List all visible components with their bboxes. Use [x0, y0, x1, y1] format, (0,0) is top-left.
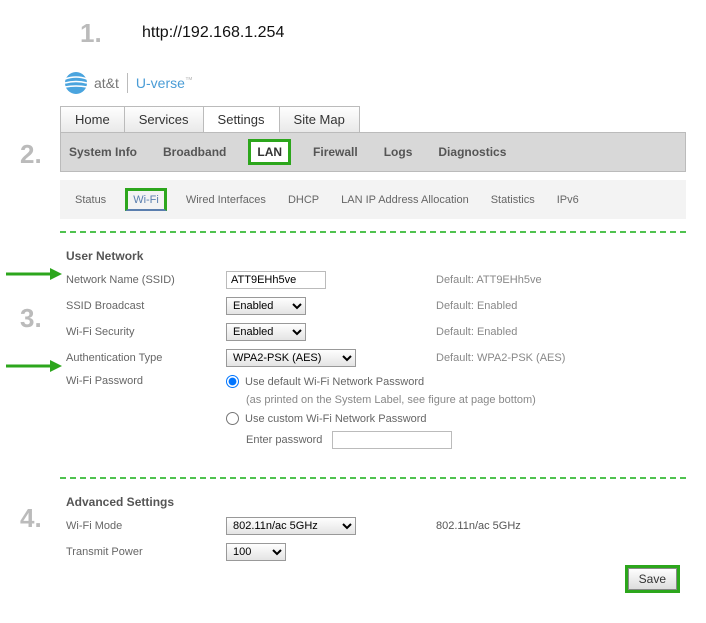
divider-2: [60, 477, 686, 479]
logo-divider: [127, 73, 128, 93]
security-label: Wi-Fi Security: [66, 326, 226, 338]
user-network-section: 3. User Network Network Name (SSID) Defa…: [60, 243, 686, 467]
tx-power-select[interactable]: 100: [226, 543, 286, 561]
arrow-ssid-icon: [6, 267, 62, 281]
subnav2-status[interactable]: Status: [72, 192, 109, 208]
divider-1: [60, 231, 686, 233]
auth-select[interactable]: WPA2-PSK (AES): [226, 349, 356, 367]
save-highlight: Save: [625, 565, 680, 593]
tab-home[interactable]: Home: [60, 106, 125, 132]
ssid-input[interactable]: [226, 271, 326, 289]
wifi-mode-select[interactable]: 802.11n/ac 5GHz: [226, 517, 356, 535]
subnav2-dhcp[interactable]: DHCP: [285, 192, 322, 208]
ssid-default: Default: ATT9EHh5ve: [436, 274, 680, 286]
uverse-text: U-verse™: [136, 75, 193, 91]
subnav2-wifi[interactable]: Wi-Fi: [125, 188, 167, 211]
main-tabs: Home Services Settings Site Map: [60, 106, 686, 133]
pw-enter-label: Enter password: [246, 434, 322, 446]
broadcast-select[interactable]: Enabled: [226, 297, 306, 315]
wifi-mode-label: Wi-Fi Mode: [66, 520, 226, 532]
subnav1-system-info[interactable]: System Info: [65, 144, 141, 160]
brand-logo: at&t U-verse™: [64, 68, 686, 98]
pw-default-radio-label: Use default Wi-Fi Network Password: [245, 376, 424, 388]
pw-enter-input[interactable]: [332, 431, 452, 449]
auth-label: Authentication Type: [66, 352, 226, 364]
subnav2-stats[interactable]: Statistics: [488, 192, 538, 208]
auth-default: Default: WPA2-PSK (AES): [436, 352, 680, 364]
pw-default-radio[interactable]: [226, 375, 239, 388]
pw-custom-radio[interactable]: [226, 412, 239, 425]
subnav1-logs[interactable]: Logs: [380, 144, 417, 160]
tab-settings[interactable]: Settings: [203, 106, 280, 132]
password-label: Wi-Fi Password: [66, 375, 226, 387]
ssid-label: Network Name (SSID): [66, 274, 226, 286]
att-globe-icon: [64, 71, 88, 95]
subnav2-wired[interactable]: Wired Interfaces: [183, 192, 269, 208]
advanced-title: Advanced Settings: [66, 495, 680, 509]
step-2-label: 2.: [20, 139, 42, 170]
wifi-mode-current: 802.11n/ac 5GHz: [436, 520, 680, 532]
tab-services[interactable]: Services: [124, 106, 204, 132]
router-url: http://192.168.1.254: [142, 24, 284, 42]
user-network-title: User Network: [66, 249, 680, 263]
security-default: Default: Enabled: [436, 326, 680, 338]
step-1-label: 1.: [80, 18, 102, 49]
step-3-label: 3.: [20, 303, 42, 334]
subnav2-ipv6[interactable]: IPv6: [554, 192, 582, 208]
pw-default-note: (as printed on the System Label, see fig…: [226, 394, 680, 406]
step-4-label: 4.: [20, 503, 42, 534]
tx-power-label: Transmit Power: [66, 546, 226, 558]
broadcast-label: SSID Broadcast: [66, 300, 226, 312]
broadcast-default: Default: Enabled: [436, 300, 680, 312]
subnav2-lanip[interactable]: LAN IP Address Allocation: [338, 192, 472, 208]
subnav1-diagnostics[interactable]: Diagnostics: [434, 144, 510, 160]
att-text: at&t: [94, 75, 119, 91]
pw-custom-radio-label: Use custom Wi-Fi Network Password: [245, 413, 427, 425]
subnav-level2: Status Wi-Fi Wired Interfaces DHCP LAN I…: [60, 180, 686, 219]
advanced-section: 4. Advanced Settings Wi-Fi Mode 802.11n/…: [60, 489, 686, 603]
subnav1-firewall[interactable]: Firewall: [309, 144, 362, 160]
save-button[interactable]: Save: [628, 568, 677, 590]
tab-sitemap[interactable]: Site Map: [279, 106, 360, 132]
security-select[interactable]: Enabled: [226, 323, 306, 341]
subnav1-broadband[interactable]: Broadband: [159, 144, 230, 160]
subnav1-lan[interactable]: LAN: [248, 139, 291, 165]
subnav-level1: System Info Broadband LAN Firewall Logs …: [60, 133, 686, 172]
arrow-password-icon: [6, 359, 62, 373]
